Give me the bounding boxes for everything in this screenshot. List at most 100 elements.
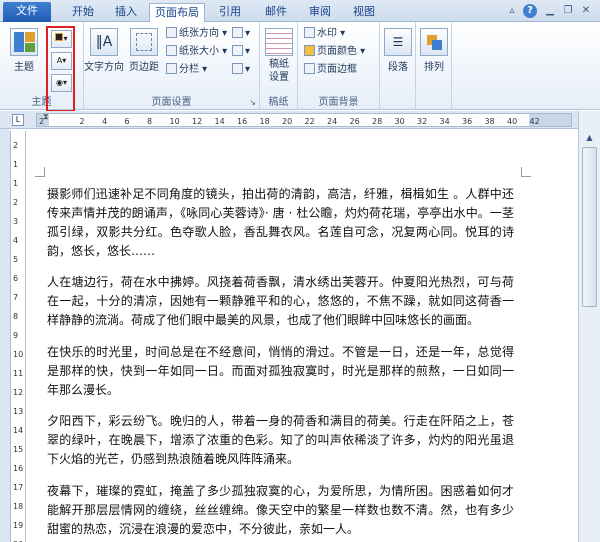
- ruler-tick-label: 4: [102, 117, 108, 126]
- ruler-tick-label: 2: [13, 141, 19, 150]
- group-draft: 稿纸 设置 稿纸: [260, 22, 298, 110]
- ruler-tick-label: 14: [13, 426, 24, 435]
- ruler-tick-label: 16: [13, 464, 24, 473]
- highlight-box: [46, 26, 75, 112]
- help-icon[interactable]: ?: [523, 4, 537, 18]
- window-minimize-icon[interactable]: ▁: [543, 4, 557, 18]
- paragraph-4[interactable]: 夕阳西下，彩云纷飞。晚归的人，带着一身的荷香和满目的荷美。行走在阡陌之上，苍翠的…: [47, 412, 514, 469]
- tab-insert[interactable]: 插入: [106, 3, 146, 22]
- columns-button[interactable]: 分栏 ▾: [166, 62, 207, 78]
- watermark-button[interactable]: 水印 ▾: [304, 26, 345, 42]
- paragraph-5[interactable]: 夜幕下，璀璨的霓虹，掩盖了多少孤独寂寞的心，为爱所思，为情所困。困惑着如何才能解…: [47, 482, 514, 539]
- ruler-tick-label: 4: [13, 236, 19, 245]
- dialog-launcher-icon[interactable]: ↘: [249, 98, 256, 107]
- size-button[interactable]: 纸张大小 ▾: [166, 44, 227, 60]
- ruler-tick-label: 9: [13, 331, 19, 340]
- ruler-tick-label: 10: [13, 350, 24, 359]
- tab-file[interactable]: 文件: [3, 2, 51, 22]
- ruler-tick-label: 28: [372, 117, 383, 126]
- paragraph-3[interactable]: 在快乐的时光里，时间总是在不经意间，悄悄的滑过。不管是一日，还是一年，总觉得是那…: [47, 343, 514, 400]
- ruler-tick-label: 38: [484, 117, 495, 126]
- scroll-up-icon[interactable]: ▲: [582, 131, 597, 145]
- ruler-tick-label: 6: [124, 117, 130, 126]
- orientation-icon: [166, 27, 177, 38]
- page-color-button[interactable]: 页面颜色 ▾: [304, 44, 365, 60]
- tab-view[interactable]: 视图: [344, 3, 384, 22]
- margins-button[interactable]: 页边距: [126, 28, 162, 73]
- text-direction-button[interactable]: ‖A 文字方向: [84, 28, 124, 73]
- arrange-button[interactable]: 排列: [418, 28, 450, 73]
- group-page-background-label: 页面背景: [318, 97, 359, 108]
- group-draft-label: 稿纸: [268, 97, 289, 108]
- tab-mailings[interactable]: 邮件: [256, 3, 296, 22]
- hyphenation-icon: [232, 63, 243, 74]
- columns-icon: [166, 63, 177, 74]
- margin-corner: [521, 167, 531, 177]
- ruler-tick-label: 13: [13, 407, 24, 416]
- ruler-tick-label: 34: [439, 117, 450, 126]
- ruler-tick-label: 22: [304, 117, 315, 126]
- ruler-tick-label: 16: [237, 117, 248, 126]
- page-borders-button[interactable]: 页面边框: [304, 62, 357, 78]
- tab-selector-icon[interactable]: L: [12, 114, 24, 126]
- ruler-tick-label: 3: [13, 217, 19, 226]
- breaks-icon: [232, 27, 243, 38]
- page-borders-icon: [304, 63, 315, 74]
- ruler-tick-label: 40: [507, 117, 518, 126]
- draft-icon: [265, 28, 293, 56]
- left-strip: [0, 129, 10, 542]
- paragraph-2[interactable]: 人在塘边行，荷在水中拂婷。风挠着荷香飘，清水绣出芙蓉开。仲夏阳光热烈，可与荷在一…: [47, 273, 514, 330]
- arrange-icon: [420, 28, 448, 56]
- ruler-tick-label: 12: [13, 388, 24, 397]
- tab-review[interactable]: 审阅: [300, 3, 340, 22]
- ribbon-tab-bar: 文件 开始 插入 页面布局 引用 邮件 审阅 视图 ▵ ? ▁ ❐ ✕: [0, 0, 600, 22]
- line-numbers-icon: [232, 45, 243, 56]
- group-page-setup-label: 页面设置: [151, 97, 192, 108]
- tab-home[interactable]: 开始: [62, 3, 104, 22]
- orientation-button[interactable]: 纸张方向 ▾: [166, 26, 227, 42]
- watermark-icon: [304, 27, 315, 38]
- ruler-tick-label: 17: [13, 483, 24, 492]
- tab-references[interactable]: 引用: [210, 3, 250, 22]
- ruler-tick-label: 14: [214, 117, 225, 126]
- ruler-tick-label: 18: [259, 117, 270, 126]
- page-color-icon: [304, 45, 315, 56]
- tab-page-layout[interactable]: 页面布局: [149, 3, 205, 22]
- ruler-tick-label: 1: [13, 179, 19, 188]
- window-close-icon[interactable]: ✕: [579, 4, 593, 18]
- paragraph-button[interactable]: ☰ 段落: [382, 28, 414, 73]
- line-numbers-button[interactable]: ▾: [232, 44, 250, 60]
- ruler-tick-label: 10: [169, 117, 180, 126]
- group-page-setup: ‖A 文字方向 页边距 纸张方向 ▾ 纸张大小 ▾ 分栏 ▾ ▾ ▾ ▾ 页面设…: [84, 22, 260, 110]
- ribbon: 主题 ▾ A▾ ◉▾ 主题 ‖A 文字方向 页边距 纸张方向 ▾ 纸张大小 ▾ …: [0, 22, 600, 112]
- themes-button[interactable]: 主题: [6, 28, 42, 73]
- group-paragraph: ☰ 段落: [380, 22, 416, 110]
- horizontal-ruler-bar: L ⧗ 2 2 4 6 8 10 12 14 16 18 20 22 24 26 28 30 32 34 36 38 4…: [0, 111, 600, 129]
- ruler-tick-label: 36: [462, 117, 473, 126]
- group-arrange: 排列: [416, 22, 452, 110]
- margins-icon: [130, 28, 158, 56]
- ruler-tick-label: 11: [13, 369, 24, 378]
- ruler-tick-label: 42: [529, 117, 540, 126]
- scroll-thumb[interactable]: [582, 147, 597, 307]
- ruler-tick-label: 8: [13, 312, 19, 321]
- ruler-tick-label: 19: [13, 521, 24, 530]
- hyphenation-button[interactable]: ▾: [232, 62, 250, 78]
- ruler-tick-label: 30: [394, 117, 405, 126]
- vertical-ruler[interactable]: 211234567891011121314151617181920: [10, 131, 26, 542]
- ruler-tick-label: 5: [13, 255, 19, 264]
- paragraph-1[interactable]: 摄影师们迅速补足不同角度的镜头，拍出荷的清韵，高洁，纤雅，楫楫如生 。人群中还传…: [47, 185, 514, 261]
- window-restore-icon[interactable]: ❐: [561, 4, 575, 18]
- ruler-tick-label: 8: [147, 117, 153, 126]
- themes-icon: [10, 28, 38, 56]
- ribbon-minimize-icon[interactable]: ▵: [505, 4, 519, 18]
- ruler-tick-label: 32: [417, 117, 428, 126]
- ruler-tick-label: 12: [192, 117, 203, 126]
- breaks-button[interactable]: ▾: [232, 26, 250, 42]
- text-direction-icon: ‖A: [90, 28, 118, 56]
- vertical-scrollbar[interactable]: ▲: [578, 111, 600, 542]
- horizontal-ruler[interactable]: ⧗ 2 2 4 6 8 10 12 14 16 18 20 22 24 26 28 30 32 34 36 38 40 4…: [36, 112, 572, 127]
- draft-setup-button[interactable]: 稿纸 设置: [262, 28, 296, 84]
- size-icon: [166, 45, 177, 56]
- ruler-tick-label: 20: [282, 117, 293, 126]
